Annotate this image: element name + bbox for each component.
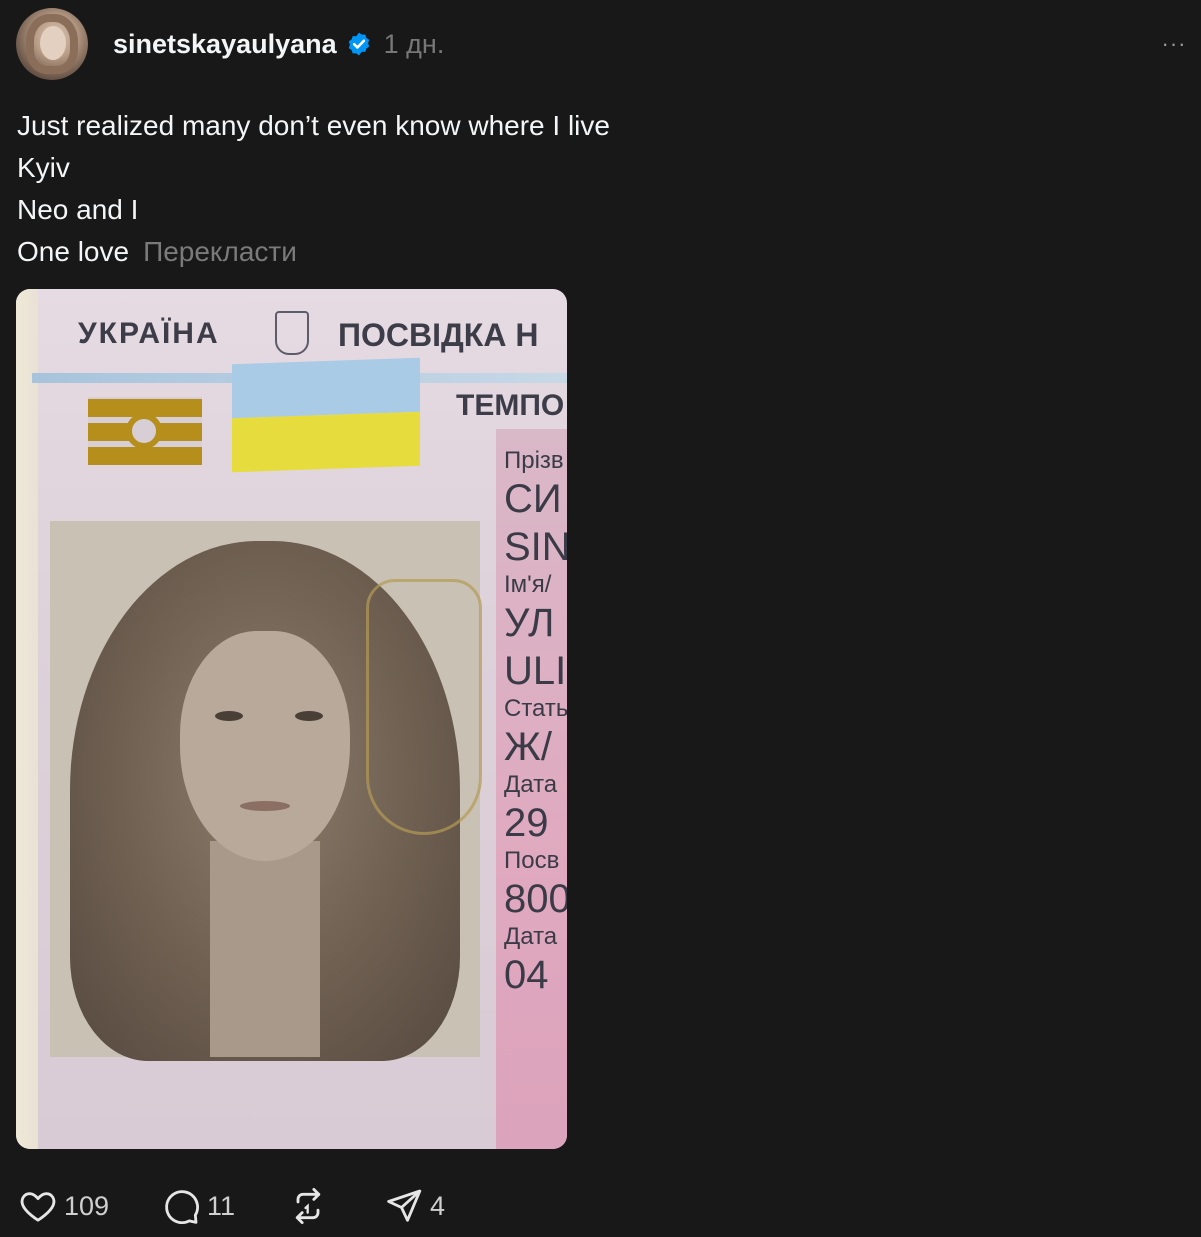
card-edge: [16, 289, 38, 1149]
card-subtitle: ТЕМПО: [456, 389, 565, 422]
like-button[interactable]: 109: [18, 1184, 109, 1228]
heart-icon: [20, 1192, 56, 1222]
post-text-line: Kyiv: [17, 152, 70, 183]
more-dots-icon: ···: [1161, 31, 1187, 56]
field-label-birth-date: Дата: [504, 771, 558, 798]
post-image[interactable]: УКРАЇНА ПОСВІДКА Н ТЕМПО Прізв СИ SIN Ім…: [16, 289, 567, 1149]
field-value-name-uk: УЛ: [504, 601, 555, 645]
post-text-last-line: One love Перекласти: [17, 231, 610, 273]
more-options-button[interactable]: ···: [1159, 30, 1189, 58]
verified-badge-icon: [348, 32, 369, 56]
translate-link[interactable]: Перекласти: [143, 236, 297, 267]
post-text-line: One love: [17, 236, 130, 267]
hologram-trident-icon: [366, 579, 482, 835]
card-fields: Прізв СИ SIN Ім'я/ УЛ ULI Стать Ж/ Дата …: [504, 447, 567, 999]
reply-button[interactable]: 11: [161, 1184, 235, 1228]
field-label-name: Ім'я/: [504, 571, 552, 598]
portrait-eye: [215, 711, 243, 721]
like-count: 109: [64, 1190, 110, 1221]
field-value-sex: Ж/: [504, 725, 553, 769]
repost-button[interactable]: [288, 1184, 334, 1228]
field-label-expiry-date: Дата: [504, 923, 558, 950]
avatar[interactable]: [16, 8, 88, 80]
username-link[interactable]: sinetskayaulyana: [113, 29, 337, 60]
portrait-mouth: [240, 801, 290, 811]
share-button[interactable]: 4: [384, 1184, 445, 1228]
field-label-surname: Прізв: [504, 447, 564, 474]
field-value-name-en: ULI: [504, 649, 567, 693]
portrait-face: [180, 631, 350, 861]
ukraine-flag-icon: [232, 357, 420, 473]
portrait-neck: [210, 841, 320, 1057]
portrait-eye: [295, 711, 323, 721]
post-text-line: Just realized many don’t even know where…: [17, 110, 610, 141]
post-header: sinetskayaulyana 1 дн.: [113, 26, 444, 62]
avatar-face: [40, 26, 66, 60]
post-body: Just realized many don’t even know where…: [17, 105, 610, 273]
field-label-document: Посв: [504, 847, 560, 874]
field-value-document: 800: [504, 877, 567, 921]
field-value-surname-uk: СИ: [504, 477, 562, 521]
field-value-expiry-date: 04: [504, 953, 549, 997]
post-timestamp[interactable]: 1 дн.: [384, 29, 445, 60]
coat-of-arms-icon: [275, 311, 309, 355]
send-icon: [387, 1189, 422, 1222]
post-text-line: Neo and I: [17, 194, 139, 225]
field-value-birth-date: 29: [504, 801, 549, 845]
field-value-surname-en: SIN: [504, 525, 567, 569]
share-count: 4: [430, 1190, 446, 1221]
flag-blue: [232, 357, 420, 419]
repost-icon: [295, 1187, 321, 1225]
card-country: УКРАЇНА: [78, 317, 220, 350]
comment-bubble-icon: [165, 1190, 199, 1225]
field-label-sex: Стать: [504, 695, 567, 722]
card-chip-ring: [126, 413, 162, 449]
reply-count: 11: [207, 1190, 236, 1221]
flag-yellow: [232, 411, 420, 473]
card-title: ПОСВІДКА Н: [338, 317, 539, 353]
